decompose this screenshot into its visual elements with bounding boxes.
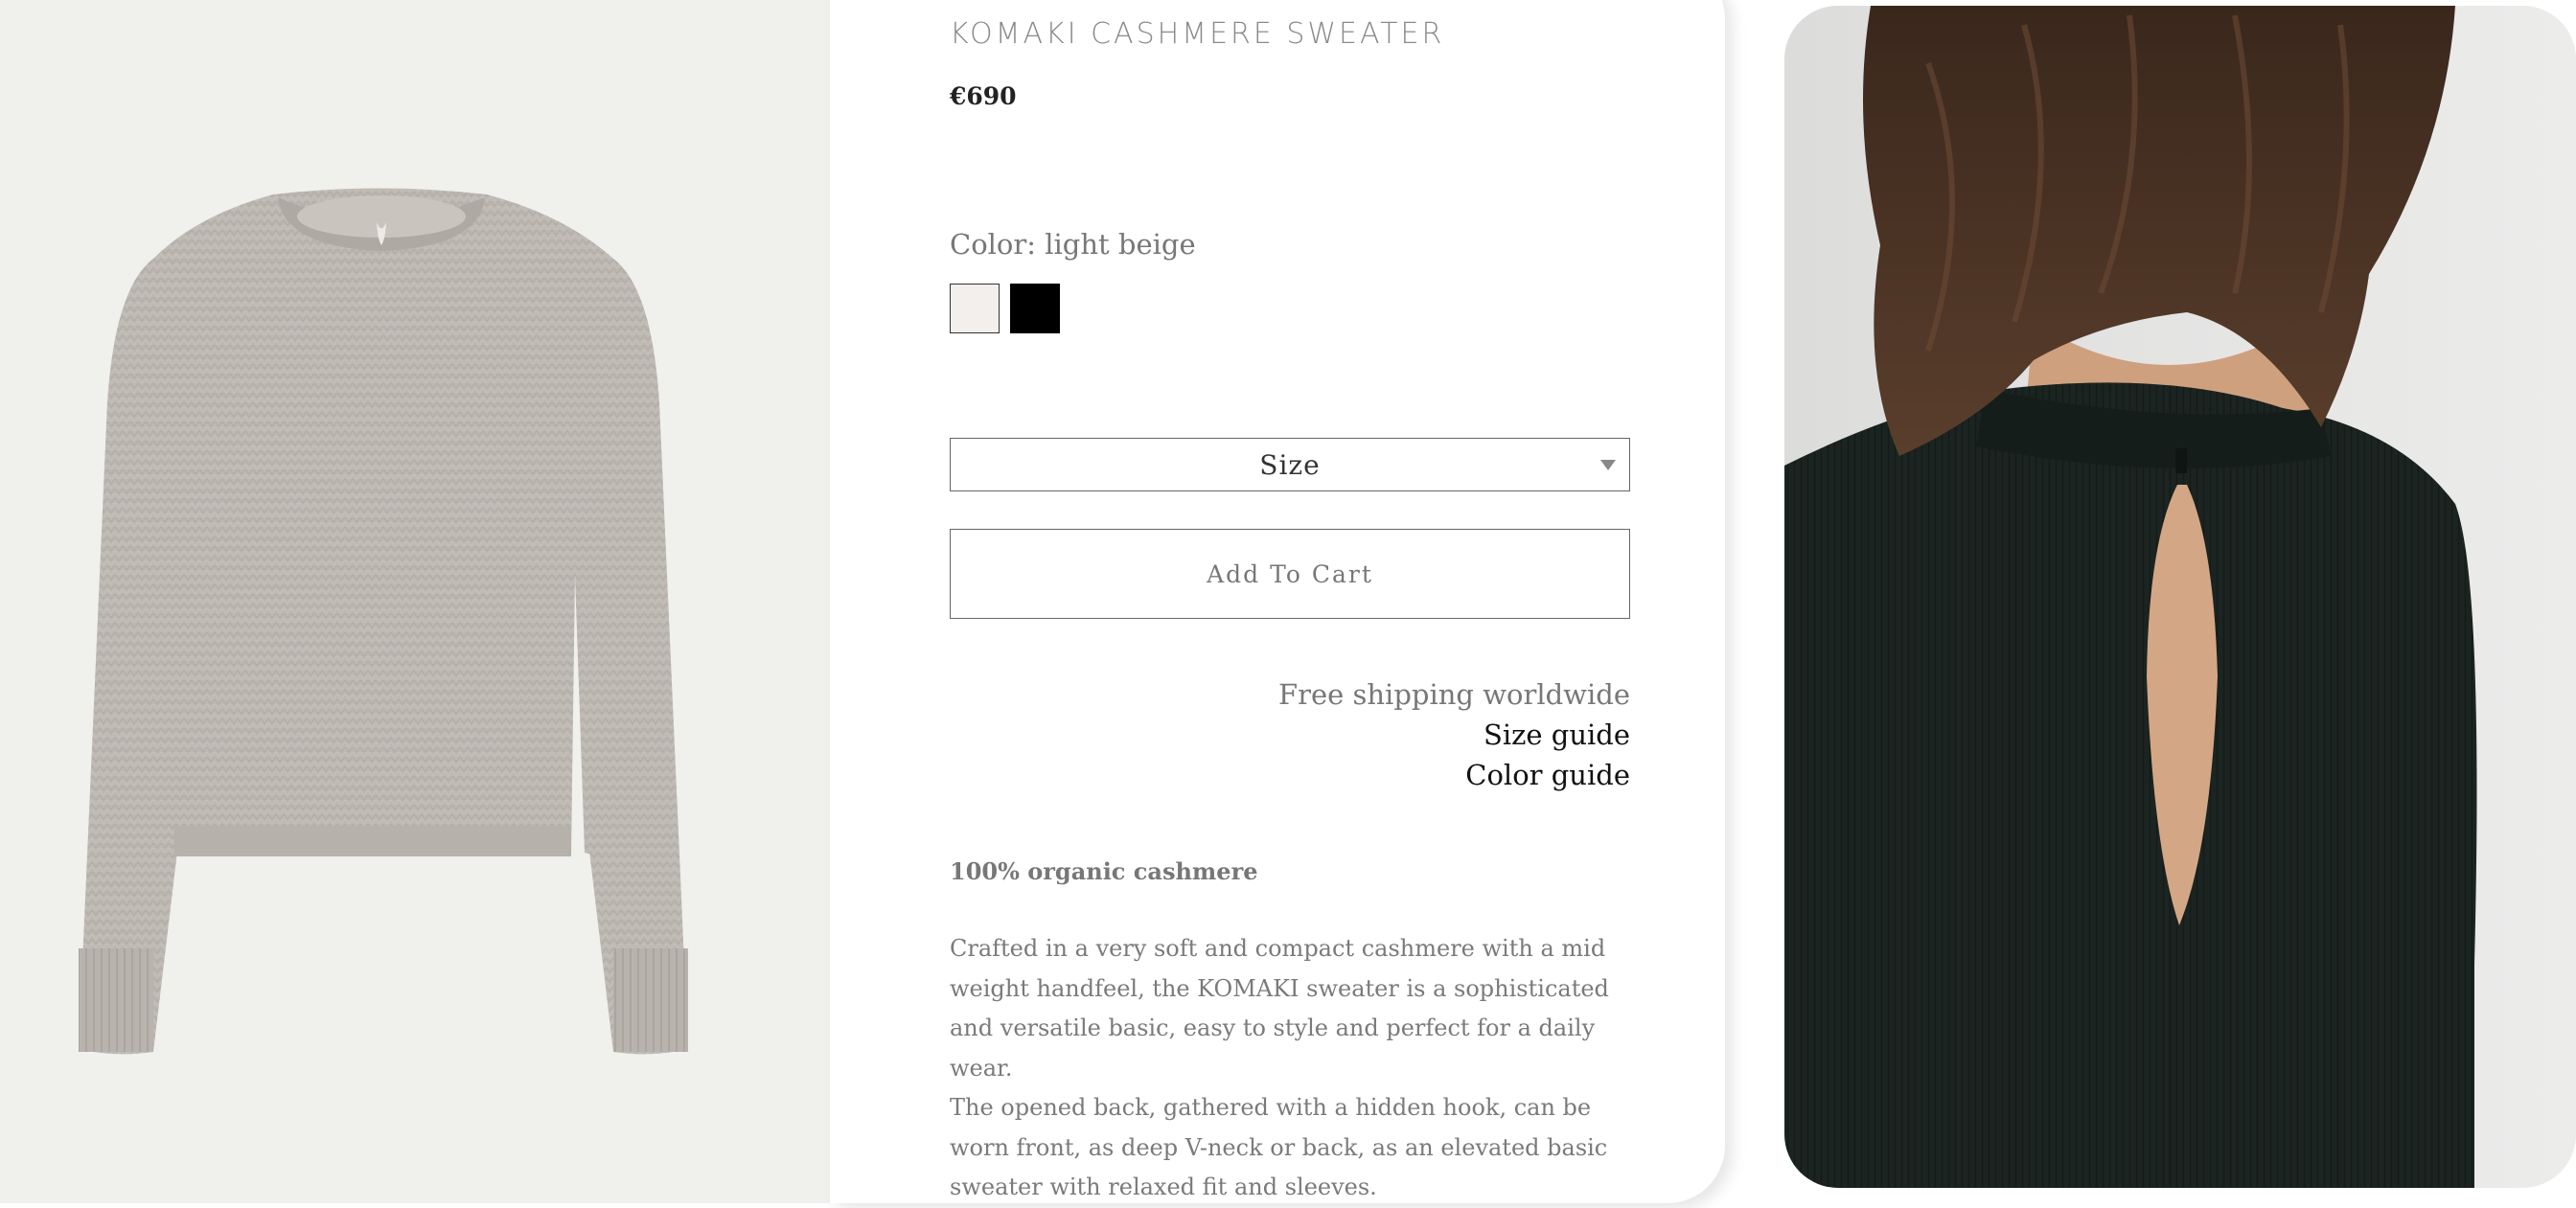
color-guide-link[interactable]: Color guide xyxy=(950,755,1630,795)
description-heading: 100% organic cashmere xyxy=(950,857,1258,885)
size-select[interactable]: Size xyxy=(950,438,1630,491)
size-guide-link[interactable]: Size guide xyxy=(950,715,1630,755)
color-label: Color: light beige xyxy=(950,228,1196,261)
color-swatch-light-beige[interactable] xyxy=(950,284,1000,333)
add-to-cart-button[interactable]: Add To Cart xyxy=(950,529,1630,619)
product-image-front[interactable] xyxy=(0,0,830,1203)
description-paragraph-1: Crafted in a very soft and compact cashm… xyxy=(950,935,1609,1082)
beige-sweater-image xyxy=(79,188,688,1055)
product-image-back[interactable] xyxy=(1784,6,2576,1188)
color-swatch-black[interactable] xyxy=(1010,284,1060,333)
product-links: Free shipping worldwide Size guide Color… xyxy=(950,674,1630,795)
product-price: €690 xyxy=(950,82,1017,110)
product-title: KOMAKI CASHMERE SWEATER xyxy=(950,17,1445,51)
size-select-label: Size xyxy=(1259,448,1321,481)
product-description: Crafted in a very soft and compact cashm… xyxy=(950,929,1640,1208)
model-back-view-image xyxy=(1784,6,2576,1188)
chevron-down-icon xyxy=(1600,460,1616,470)
description-paragraph-2: The opened back, gathered with a hidden … xyxy=(950,1094,1608,1200)
free-shipping-text: Free shipping worldwide xyxy=(1277,678,1630,711)
